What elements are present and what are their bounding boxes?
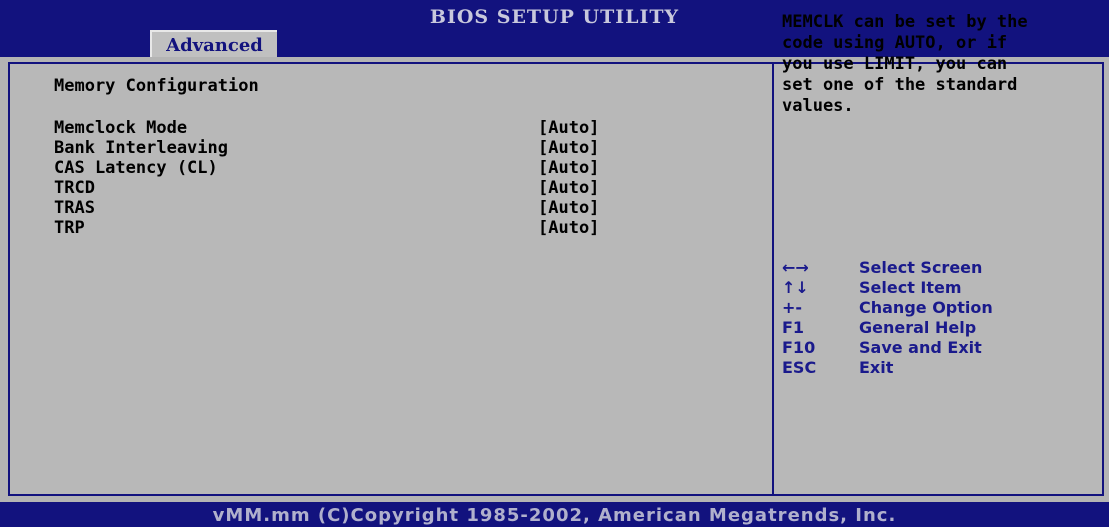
setting-bank-interleaving[interactable]: Bank Interleaving [Auto] bbox=[54, 138, 599, 158]
setting-label: Memclock Mode bbox=[54, 118, 188, 138]
setting-trcd[interactable]: TRCD [Auto] bbox=[54, 178, 599, 198]
setting-value[interactable]: [Auto] bbox=[538, 178, 599, 198]
key-label: F1 bbox=[782, 318, 805, 337]
key-description: General Help bbox=[859, 318, 977, 337]
setting-label: TRP bbox=[54, 218, 85, 238]
setting-value[interactable]: [Auto] bbox=[538, 118, 599, 138]
setting-label: CAS Latency (CL) bbox=[54, 158, 218, 178]
key-description: Select Screen bbox=[859, 258, 983, 277]
key-legend: ←→ Select Screen ↑↓ Select Item +- Chang… bbox=[782, 258, 1082, 378]
setting-memclock-mode[interactable]: Memclock Mode [Auto] bbox=[54, 118, 599, 138]
key-hint-general-help: F1 General Help bbox=[782, 318, 1082, 338]
setting-label: Bank Interleaving bbox=[54, 138, 228, 158]
copyright-text: vMM.mm (C)Copyright 1985-2002, American … bbox=[212, 505, 897, 526]
up-down-arrows-icon: ↑↓ bbox=[782, 278, 809, 297]
tab-advanced[interactable]: Advanced bbox=[150, 30, 277, 57]
setting-trp[interactable]: TRP [Auto] bbox=[54, 218, 599, 238]
setting-tras[interactable]: TRAS [Auto] bbox=[54, 198, 599, 218]
key-hint-save-exit: F10 Save and Exit bbox=[782, 338, 1082, 358]
setting-cas-latency[interactable]: CAS Latency (CL) [Auto] bbox=[54, 158, 599, 178]
help-line: you use LIMIT, you can bbox=[782, 54, 1008, 74]
key-hint-change-option: +- Change Option bbox=[782, 298, 1082, 318]
help-line: values. bbox=[782, 96, 854, 116]
key-description: Exit bbox=[859, 358, 894, 377]
key-hint-select-item: ↑↓ Select Item bbox=[782, 278, 1082, 298]
key-label: F10 bbox=[782, 338, 816, 357]
section-title: Memory Configuration bbox=[54, 76, 259, 96]
settings-list: Memory Configuration Memclock Mode [Auto… bbox=[54, 76, 599, 238]
setting-value[interactable]: [Auto] bbox=[538, 198, 599, 218]
key-description: Save and Exit bbox=[859, 338, 982, 357]
key-hint-select-screen: ←→ Select Screen bbox=[782, 258, 1082, 278]
help-line: code using AUTO, or if bbox=[782, 33, 1008, 53]
left-right-arrows-icon: ←→ bbox=[782, 258, 809, 277]
key-label: ESC bbox=[782, 358, 817, 377]
key-description: Change Option bbox=[859, 298, 993, 317]
setting-label: TRCD bbox=[54, 178, 95, 198]
setting-value[interactable]: [Auto] bbox=[538, 218, 599, 238]
plus-minus-icon: +- bbox=[782, 298, 803, 317]
key-description: Select Item bbox=[859, 278, 962, 297]
setting-value[interactable]: [Auto] bbox=[538, 158, 599, 178]
help-line: set one of the standard bbox=[782, 75, 1018, 95]
setting-label: TRAS bbox=[54, 198, 95, 218]
panel-divider bbox=[772, 64, 774, 494]
help-line: MEMCLK can be set by the bbox=[782, 12, 1028, 32]
setting-value[interactable]: [Auto] bbox=[538, 138, 599, 158]
help-text: MEMCLK can be set by the code using AUTO… bbox=[782, 12, 1082, 117]
key-hint-exit: ESC Exit bbox=[782, 358, 1082, 378]
bottom-bar: vMM.mm (C)Copyright 1985-2002, American … bbox=[0, 502, 1109, 527]
